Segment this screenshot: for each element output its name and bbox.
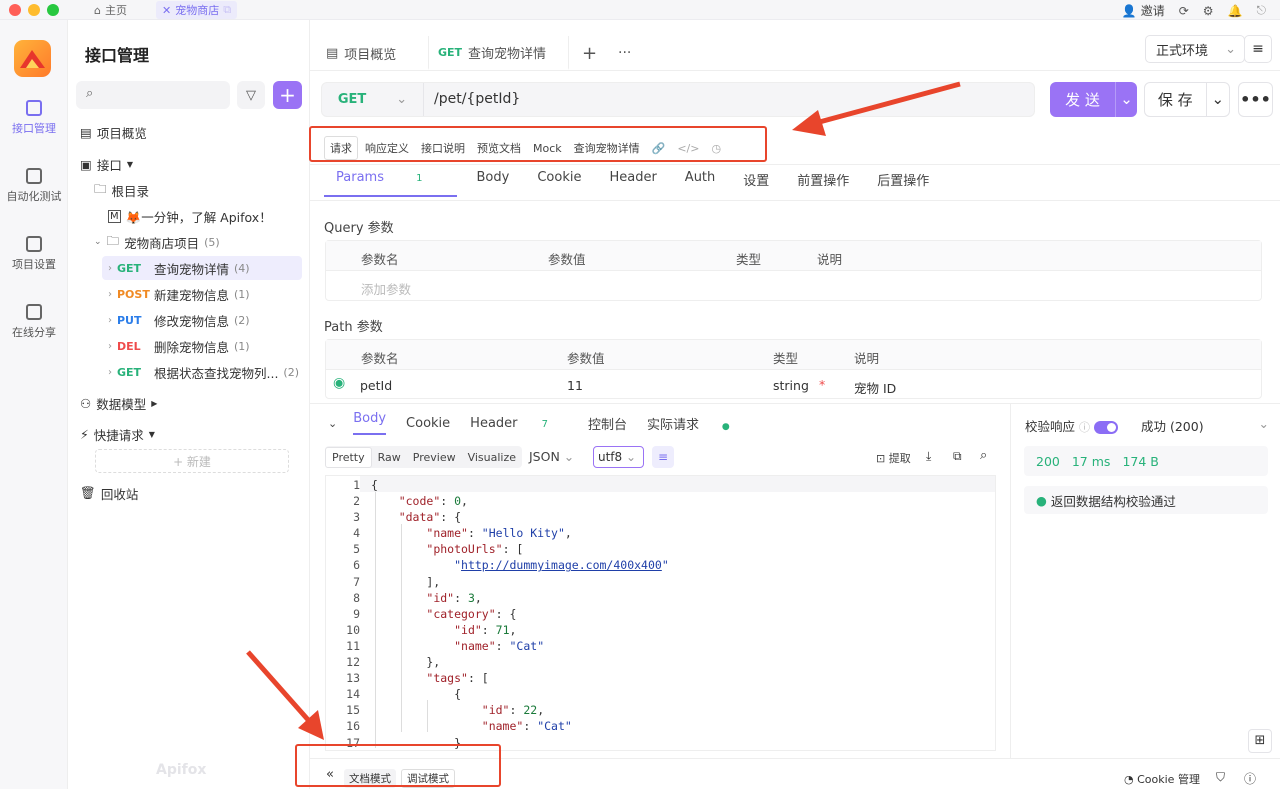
annotation-arrows bbox=[246, 81, 961, 740]
annotation-arrow-line bbox=[246, 650, 312, 724]
annotation-arrow-head bbox=[792, 110, 826, 136]
annotation-arrow-line bbox=[811, 81, 961, 127]
